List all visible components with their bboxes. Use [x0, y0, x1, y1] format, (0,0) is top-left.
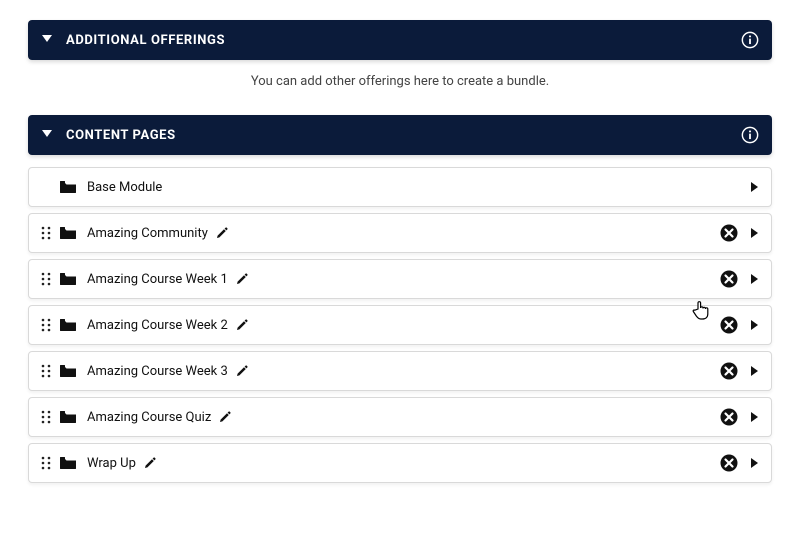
content-page-row[interactable]: Amazing Course Quiz	[28, 397, 772, 437]
additional-offerings-subtext: You can add other offerings here to crea…	[28, 60, 772, 115]
drag-handle-icon[interactable]	[39, 364, 53, 378]
additional-offerings-header[interactable]: ADDITIONAL OFFERINGS	[28, 20, 772, 60]
folder-icon	[59, 272, 77, 286]
collapse-icon	[42, 130, 52, 140]
content-page-label: Amazing Course Week 1	[87, 272, 228, 287]
edit-icon[interactable]	[219, 411, 231, 423]
expand-icon[interactable]	[749, 458, 761, 468]
folder-icon	[59, 410, 77, 424]
content-page-row[interactable]: Amazing Course Week 3	[28, 351, 772, 391]
content-page-label: Amazing Course Week 2	[87, 318, 228, 333]
delete-icon[interactable]	[719, 407, 739, 427]
content-page-row[interactable]: Amazing Course Week 2	[28, 305, 772, 345]
content-page-label: Amazing Course Quiz	[87, 410, 211, 425]
edit-icon[interactable]	[236, 365, 248, 377]
row-actions	[719, 398, 761, 436]
folder-icon	[59, 180, 77, 194]
row-actions	[719, 352, 761, 390]
content-page-label: Amazing Course Week 3	[87, 364, 228, 379]
drag-handle-icon[interactable]	[39, 272, 53, 286]
expand-icon[interactable]	[749, 412, 761, 422]
row-actions	[719, 306, 761, 344]
row-actions	[719, 260, 761, 298]
delete-icon[interactable]	[719, 453, 739, 473]
folder-icon	[59, 364, 77, 378]
drag-handle-icon[interactable]	[39, 456, 53, 470]
drag-handle-icon[interactable]	[39, 318, 53, 332]
delete-icon[interactable]	[719, 315, 739, 335]
expand-icon[interactable]	[749, 182, 761, 192]
folder-icon	[59, 456, 77, 470]
row-actions	[719, 214, 761, 252]
row-actions	[749, 168, 761, 206]
info-icon[interactable]	[740, 30, 760, 50]
edit-icon[interactable]	[216, 227, 228, 239]
content-pages-list: Base Module Amazing Community Amazing Cour…	[28, 167, 772, 483]
content-page-row[interactable]: Amazing Course Week 1	[28, 259, 772, 299]
content-pages-title: CONTENT PAGES	[66, 128, 176, 143]
delete-icon[interactable]	[719, 269, 739, 289]
folder-icon	[59, 226, 77, 240]
content-pages-header[interactable]: CONTENT PAGES	[28, 115, 772, 155]
collapse-icon	[42, 35, 52, 45]
drag-handle-icon[interactable]	[39, 410, 53, 424]
delete-icon[interactable]	[719, 361, 739, 381]
content-page-label: Amazing Community	[87, 226, 208, 241]
info-icon[interactable]	[740, 125, 760, 145]
expand-icon[interactable]	[749, 228, 761, 238]
content-page-label: Base Module	[87, 180, 162, 195]
delete-icon[interactable]	[719, 223, 739, 243]
expand-icon[interactable]	[749, 320, 761, 330]
edit-icon[interactable]	[236, 273, 248, 285]
row-actions	[719, 444, 761, 482]
content-page-row[interactable]: Wrap Up	[28, 443, 772, 483]
drag-handle-icon[interactable]	[39, 226, 53, 240]
expand-icon[interactable]	[749, 274, 761, 284]
edit-icon[interactable]	[236, 319, 248, 331]
content-page-row[interactable]: Base Module	[28, 167, 772, 207]
content-page-row[interactable]: Amazing Community	[28, 213, 772, 253]
edit-icon[interactable]	[144, 457, 156, 469]
additional-offerings-title: ADDITIONAL OFFERINGS	[66, 33, 225, 48]
folder-icon	[59, 318, 77, 332]
content-page-label: Wrap Up	[87, 456, 136, 471]
expand-icon[interactable]	[749, 366, 761, 376]
